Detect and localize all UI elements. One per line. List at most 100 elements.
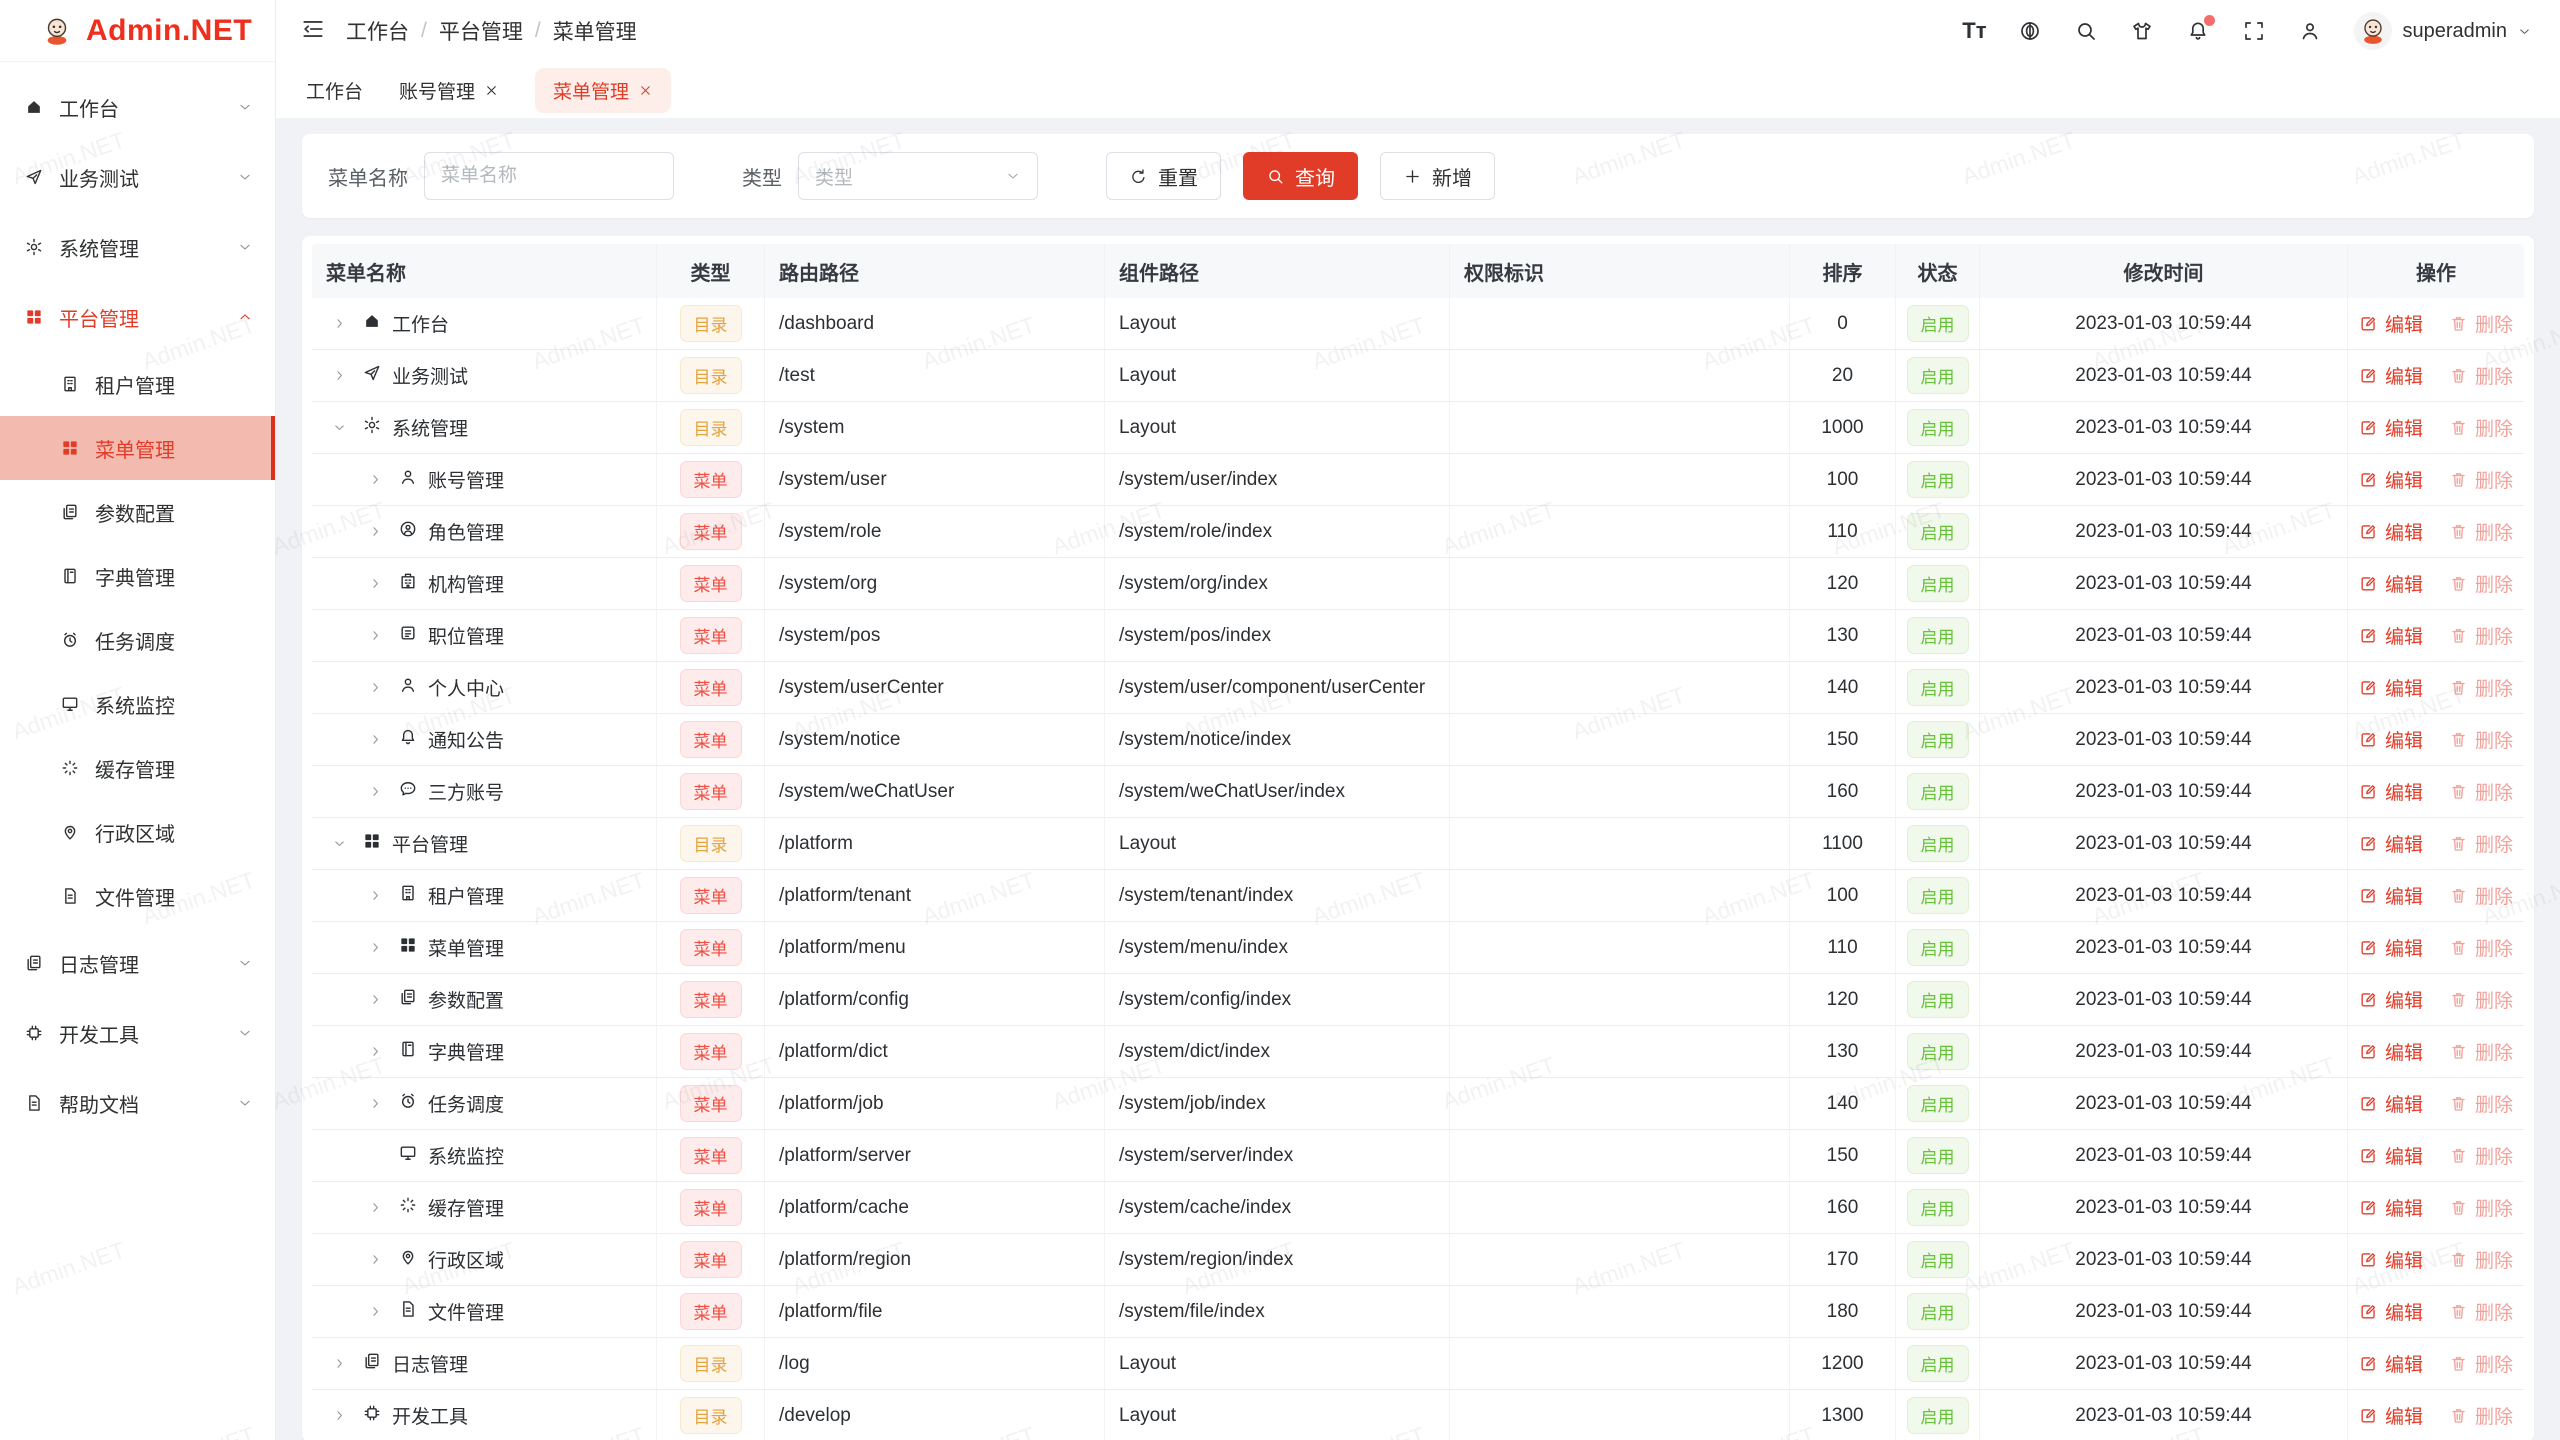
expand-row-icon[interactable] (362, 1195, 388, 1221)
expand-row-icon[interactable] (326, 1403, 352, 1429)
delete-button[interactable]: 删除 (2449, 1090, 2513, 1117)
delete-button[interactable]: 删除 (2449, 830, 2513, 857)
search-button[interactable]: 查询 (1243, 152, 1358, 200)
sidebar-item-file[interactable]: 文件管理 (0, 864, 275, 928)
tab-账号管理[interactable]: 账号管理 (399, 77, 499, 104)
expand-collapse-icon[interactable] (326, 831, 352, 857)
delete-button[interactable]: 删除 (2449, 518, 2513, 545)
add-button[interactable]: 新增 (1380, 152, 1495, 200)
delete-button[interactable]: 删除 (2449, 362, 2513, 389)
sidebar-item-server[interactable]: 系统监控 (0, 672, 275, 736)
delete-button[interactable]: 删除 (2449, 622, 2513, 649)
edit-button[interactable]: 编辑 (2359, 1090, 2423, 1117)
edit-button[interactable]: 编辑 (2359, 570, 2423, 597)
expand-row-icon[interactable] (362, 1247, 388, 1273)
edit-button[interactable]: 编辑 (2359, 1142, 2423, 1169)
breadcrumb-item[interactable]: 菜单管理 (553, 16, 637, 46)
edit-button[interactable]: 编辑 (2359, 1246, 2423, 1273)
edit-button[interactable]: 编辑 (2359, 986, 2423, 1013)
expand-row-icon[interactable] (362, 1039, 388, 1065)
breadcrumb-item[interactable]: 工作台 (346, 16, 409, 46)
reset-button[interactable]: 重置 (1106, 152, 1221, 200)
expand-row-icon[interactable] (362, 883, 388, 909)
delete-button[interactable]: 删除 (2449, 1350, 2513, 1377)
sidebar-item-menu[interactable]: 菜单管理 (0, 416, 275, 480)
profile-icon[interactable] (2298, 19, 2322, 43)
edit-button[interactable]: 编辑 (2359, 726, 2423, 753)
sidebar-item-log[interactable]: 日志管理 (0, 928, 275, 998)
delete-button[interactable]: 删除 (2449, 934, 2513, 961)
edit-button[interactable]: 编辑 (2359, 1298, 2423, 1325)
user-menu[interactable]: superadmin (2354, 12, 2532, 50)
delete-button[interactable]: 删除 (2449, 1402, 2513, 1429)
expand-collapse-icon[interactable] (326, 415, 352, 441)
edit-button[interactable]: 编辑 (2359, 362, 2423, 389)
sidebar-item-job[interactable]: 任务调度 (0, 608, 275, 672)
language-icon[interactable] (2018, 19, 2042, 43)
edit-button[interactable]: 编辑 (2359, 882, 2423, 909)
edit-button[interactable]: 编辑 (2359, 1350, 2423, 1377)
sidebar-item-cache[interactable]: 缓存管理 (0, 736, 275, 800)
delete-button[interactable]: 删除 (2449, 310, 2513, 337)
sidebar-collapse-icon[interactable] (300, 16, 326, 47)
expand-row-icon[interactable] (326, 1351, 352, 1377)
theme-icon[interactable] (2130, 19, 2154, 43)
edit-button[interactable]: 编辑 (2359, 934, 2423, 961)
edit-button[interactable]: 编辑 (2359, 1194, 2423, 1221)
expand-row-icon[interactable] (362, 623, 388, 649)
sidebar-item-system[interactable]: 系统管理 (0, 212, 275, 282)
tab-工作台[interactable]: 工作台 (306, 77, 363, 104)
delete-button[interactable]: 删除 (2449, 414, 2513, 441)
edit-button[interactable]: 编辑 (2359, 414, 2423, 441)
sidebar-item-workbench[interactable]: 工作台 (0, 72, 275, 142)
expand-row-icon[interactable] (362, 675, 388, 701)
breadcrumb-item[interactable]: 平台管理 (439, 16, 523, 46)
delete-button[interactable]: 删除 (2449, 1298, 2513, 1325)
expand-row-icon[interactable] (362, 467, 388, 493)
notification-bell-icon[interactable] (2186, 19, 2210, 43)
expand-row-icon[interactable] (362, 1091, 388, 1117)
type-select[interactable]: 类型 (798, 152, 1038, 200)
expand-row-icon[interactable] (362, 519, 388, 545)
sidebar-item-platform[interactable]: 平台管理 (0, 282, 275, 352)
delete-button[interactable]: 删除 (2449, 986, 2513, 1013)
expand-row-icon[interactable] (326, 311, 352, 337)
sidebar-item-tenant[interactable]: 租户管理 (0, 352, 275, 416)
menu-name-input[interactable] (424, 152, 674, 200)
edit-button[interactable]: 编辑 (2359, 674, 2423, 701)
sidebar-item-dict[interactable]: 字典管理 (0, 544, 275, 608)
fullscreen-icon[interactable] (2242, 19, 2266, 43)
delete-button[interactable]: 删除 (2449, 674, 2513, 701)
sidebar-item-doc[interactable]: 帮助文档 (0, 1068, 275, 1138)
sidebar-item-develop[interactable]: 开发工具 (0, 998, 275, 1068)
expand-row-icon[interactable] (362, 935, 388, 961)
edit-button[interactable]: 编辑 (2359, 778, 2423, 805)
delete-button[interactable]: 删除 (2449, 882, 2513, 909)
edit-button[interactable]: 编辑 (2359, 1038, 2423, 1065)
expand-row-icon[interactable] (362, 779, 388, 805)
edit-button[interactable]: 编辑 (2359, 622, 2423, 649)
delete-button[interactable]: 删除 (2449, 466, 2513, 493)
edit-button[interactable]: 编辑 (2359, 310, 2423, 337)
delete-button[interactable]: 删除 (2449, 778, 2513, 805)
font-size-icon[interactable]: Tт (1962, 20, 1986, 42)
search-icon[interactable] (2074, 19, 2098, 43)
edit-button[interactable]: 编辑 (2359, 830, 2423, 857)
delete-button[interactable]: 删除 (2449, 1142, 2513, 1169)
edit-button[interactable]: 编辑 (2359, 466, 2423, 493)
expand-row-icon[interactable] (362, 987, 388, 1013)
edit-button[interactable]: 编辑 (2359, 518, 2423, 545)
sidebar-item-region[interactable]: 行政区域 (0, 800, 275, 864)
sidebar-item-test[interactable]: 业务测试 (0, 142, 275, 212)
expand-row-icon[interactable] (362, 571, 388, 597)
edit-button[interactable]: 编辑 (2359, 1402, 2423, 1429)
tab-菜单管理[interactable]: 菜单管理 (535, 68, 671, 113)
delete-button[interactable]: 删除 (2449, 1246, 2513, 1273)
expand-row-icon[interactable] (362, 1299, 388, 1325)
delete-button[interactable]: 删除 (2449, 726, 2513, 753)
sidebar-item-config[interactable]: 参数配置 (0, 480, 275, 544)
delete-button[interactable]: 删除 (2449, 570, 2513, 597)
delete-button[interactable]: 删除 (2449, 1194, 2513, 1221)
expand-row-icon[interactable] (326, 363, 352, 389)
delete-button[interactable]: 删除 (2449, 1038, 2513, 1065)
